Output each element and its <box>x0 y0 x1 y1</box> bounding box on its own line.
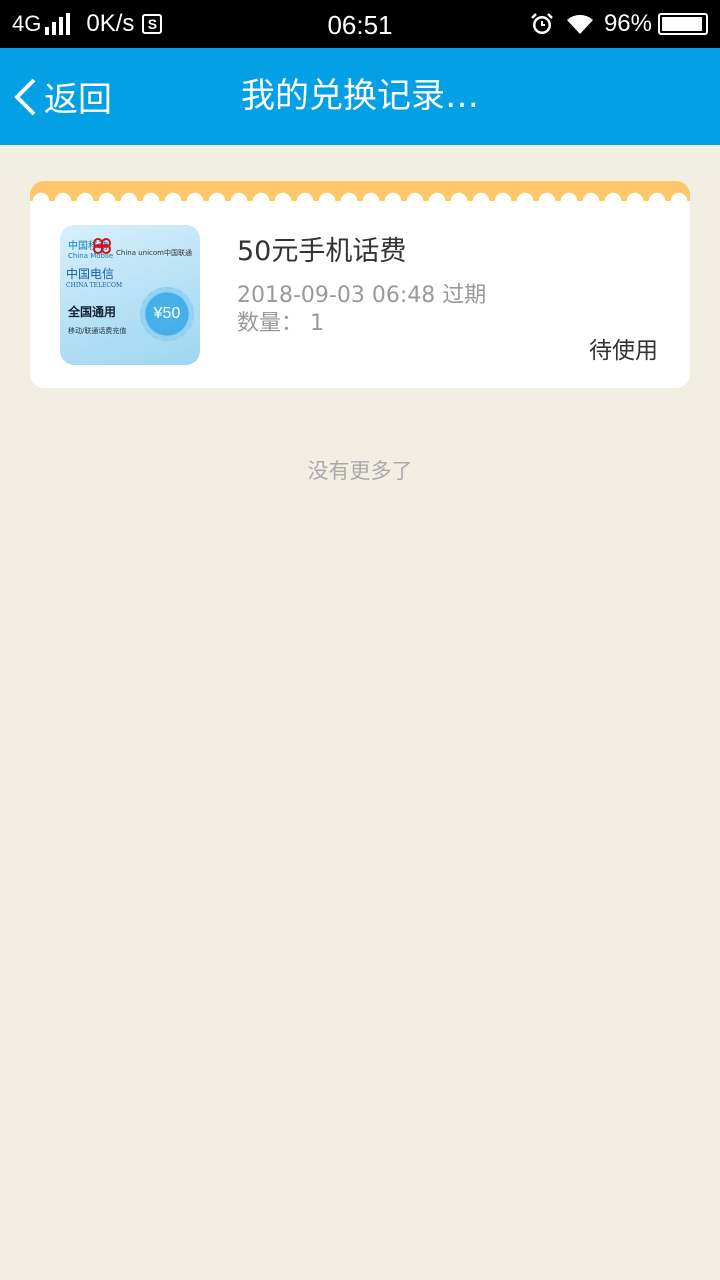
recharge-subtitle: 移动/联通话费充值 <box>68 327 127 335</box>
status-bar: 4G 0K/s S 06:51 96% <box>0 0 720 48</box>
record-quantity: 数量： 1 <box>237 311 324 336</box>
record-title: 50元手机话费 <box>237 236 407 267</box>
no-more-text: 没有更多了 <box>307 459 413 483</box>
alarm-icon <box>531 13 553 34</box>
china-telecom-logo: 中国电信 CHINA TELECOM <box>66 267 123 289</box>
status-right: 96% <box>530 0 708 48</box>
china-unicom-logo: China unicom中国联通 <box>90 237 192 258</box>
page-title: 我的兑换记录… <box>241 76 479 116</box>
card-scallop-band <box>30 181 690 201</box>
nationwide-label: 全国通用 <box>68 305 117 319</box>
wifi-icon <box>566 14 593 34</box>
amount-coin: ¥50 <box>140 287 194 341</box>
battery-icon <box>658 13 708 35</box>
exchange-record-card[interactable]: 中国移动 China Mobile China unicom中国联通 中国电信 … <box>30 181 690 388</box>
header-bar: 返回 我的兑换记录… <box>0 48 720 145</box>
record-status: 待使用 <box>589 338 658 364</box>
battery-percent: 96% <box>603 10 652 37</box>
phone-credit-thumbnail: 中国移动 China Mobile China unicom中国联通 中国电信 … <box>60 225 200 365</box>
